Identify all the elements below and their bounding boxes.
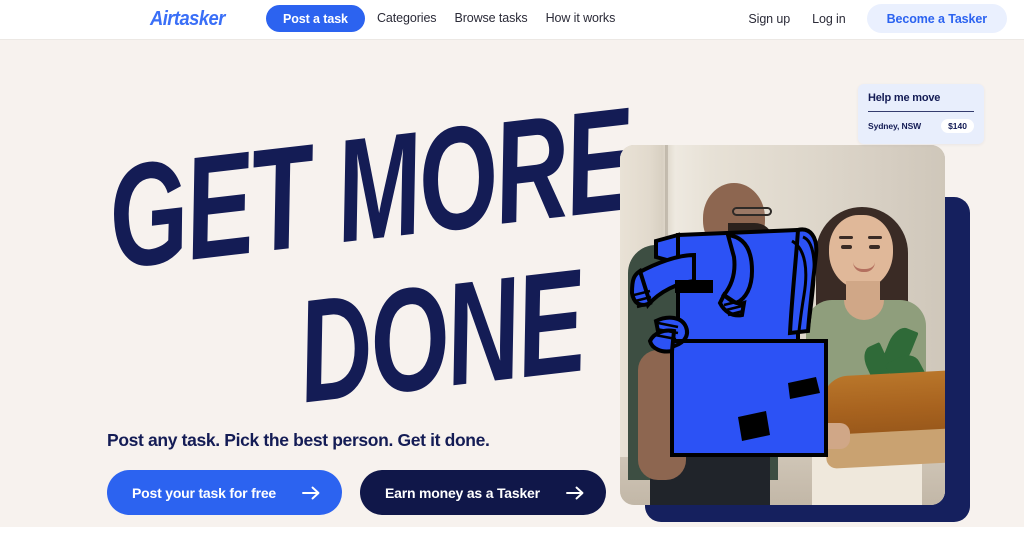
earn-money-as-a-tasker-button[interactable]: Earn money as a Tasker <box>360 470 606 515</box>
primary-nav-links: Categories Browse tasks How it works <box>377 11 615 25</box>
top-navigation-bar: Airtasker Post a task Categories Browse … <box>0 0 1024 40</box>
nav-account-actions: Sign up Log in Become a Tasker <box>737 4 1007 33</box>
headline-line-2: Done <box>289 238 592 434</box>
task-card-meta: Sydney, NSW $140 <box>868 119 974 133</box>
become-a-tasker-button[interactable]: Become a Tasker <box>866 4 1007 33</box>
illustrated-blue-box <box>629 227 828 457</box>
task-card-price-badge: $140 <box>941 119 974 133</box>
post-your-task-for-free-button[interactable]: Post your task for free <box>107 470 342 515</box>
task-preview-card[interactable]: Help me move Sydney, NSW $140 <box>858 84 984 144</box>
nav-link-how-it-works[interactable]: How it works <box>546 11 616 25</box>
page-root: Airtasker Post a task Categories Browse … <box>0 0 1024 539</box>
post-a-task-button[interactable]: Post a task <box>266 5 365 32</box>
hero-image-composition <box>620 105 980 525</box>
hero-headline: Get More Done <box>99 77 639 434</box>
hero-cta-row: Post your task for free Earn money as a … <box>107 470 606 515</box>
log-in-link[interactable]: Log in <box>801 5 856 33</box>
airtasker-logo[interactable]: Airtasker <box>150 8 225 30</box>
nav-link-categories[interactable]: Categories <box>377 11 437 25</box>
post-task-cta-label: Post your task for free <box>132 484 276 501</box>
hero-subheadline: Post any task. Pick the best person. Get… <box>107 430 490 450</box>
earn-money-cta-label: Earn money as a Tasker <box>385 484 540 501</box>
arrow-right-icon <box>302 486 320 500</box>
headline-line-1: Get More <box>99 76 640 300</box>
task-card-divider <box>868 111 974 112</box>
arrow-right-icon <box>565 486 584 500</box>
sign-up-link[interactable]: Sign up <box>737 5 801 33</box>
task-card-location: Sydney, NSW <box>868 121 922 131</box>
task-card-title: Help me move <box>868 92 941 104</box>
hero-photo <box>620 145 945 505</box>
nav-link-browse-tasks[interactable]: Browse tasks <box>454 11 527 25</box>
